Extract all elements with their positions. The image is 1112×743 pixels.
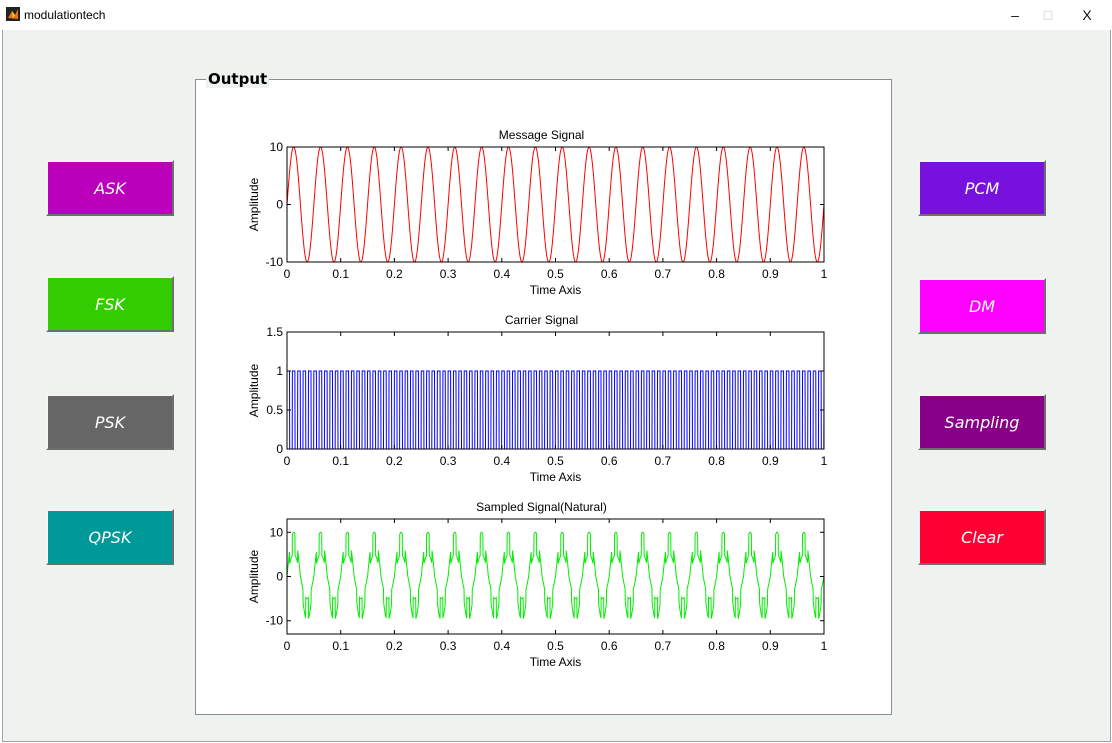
pcm-button[interactable]: PCM xyxy=(918,160,1046,216)
window-title: modulationtech xyxy=(24,8,106,22)
output-panel-title: Output xyxy=(206,70,270,88)
dm-button[interactable]: DM xyxy=(918,278,1046,334)
fsk-button[interactable]: FSK xyxy=(46,276,174,332)
ask-button[interactable]: ASK xyxy=(46,160,174,216)
sampling-button[interactable]: Sampling xyxy=(918,394,1046,450)
close-button[interactable]: X xyxy=(1064,0,1110,30)
output-panel xyxy=(195,79,892,715)
qpsk-button[interactable]: QPSK xyxy=(46,509,174,565)
title-bar: modulationtech – □ X xyxy=(0,0,1112,30)
psk-button[interactable]: PSK xyxy=(46,394,174,450)
clear-button[interactable]: Clear xyxy=(918,509,1046,565)
matlab-app-icon xyxy=(6,7,20,21)
